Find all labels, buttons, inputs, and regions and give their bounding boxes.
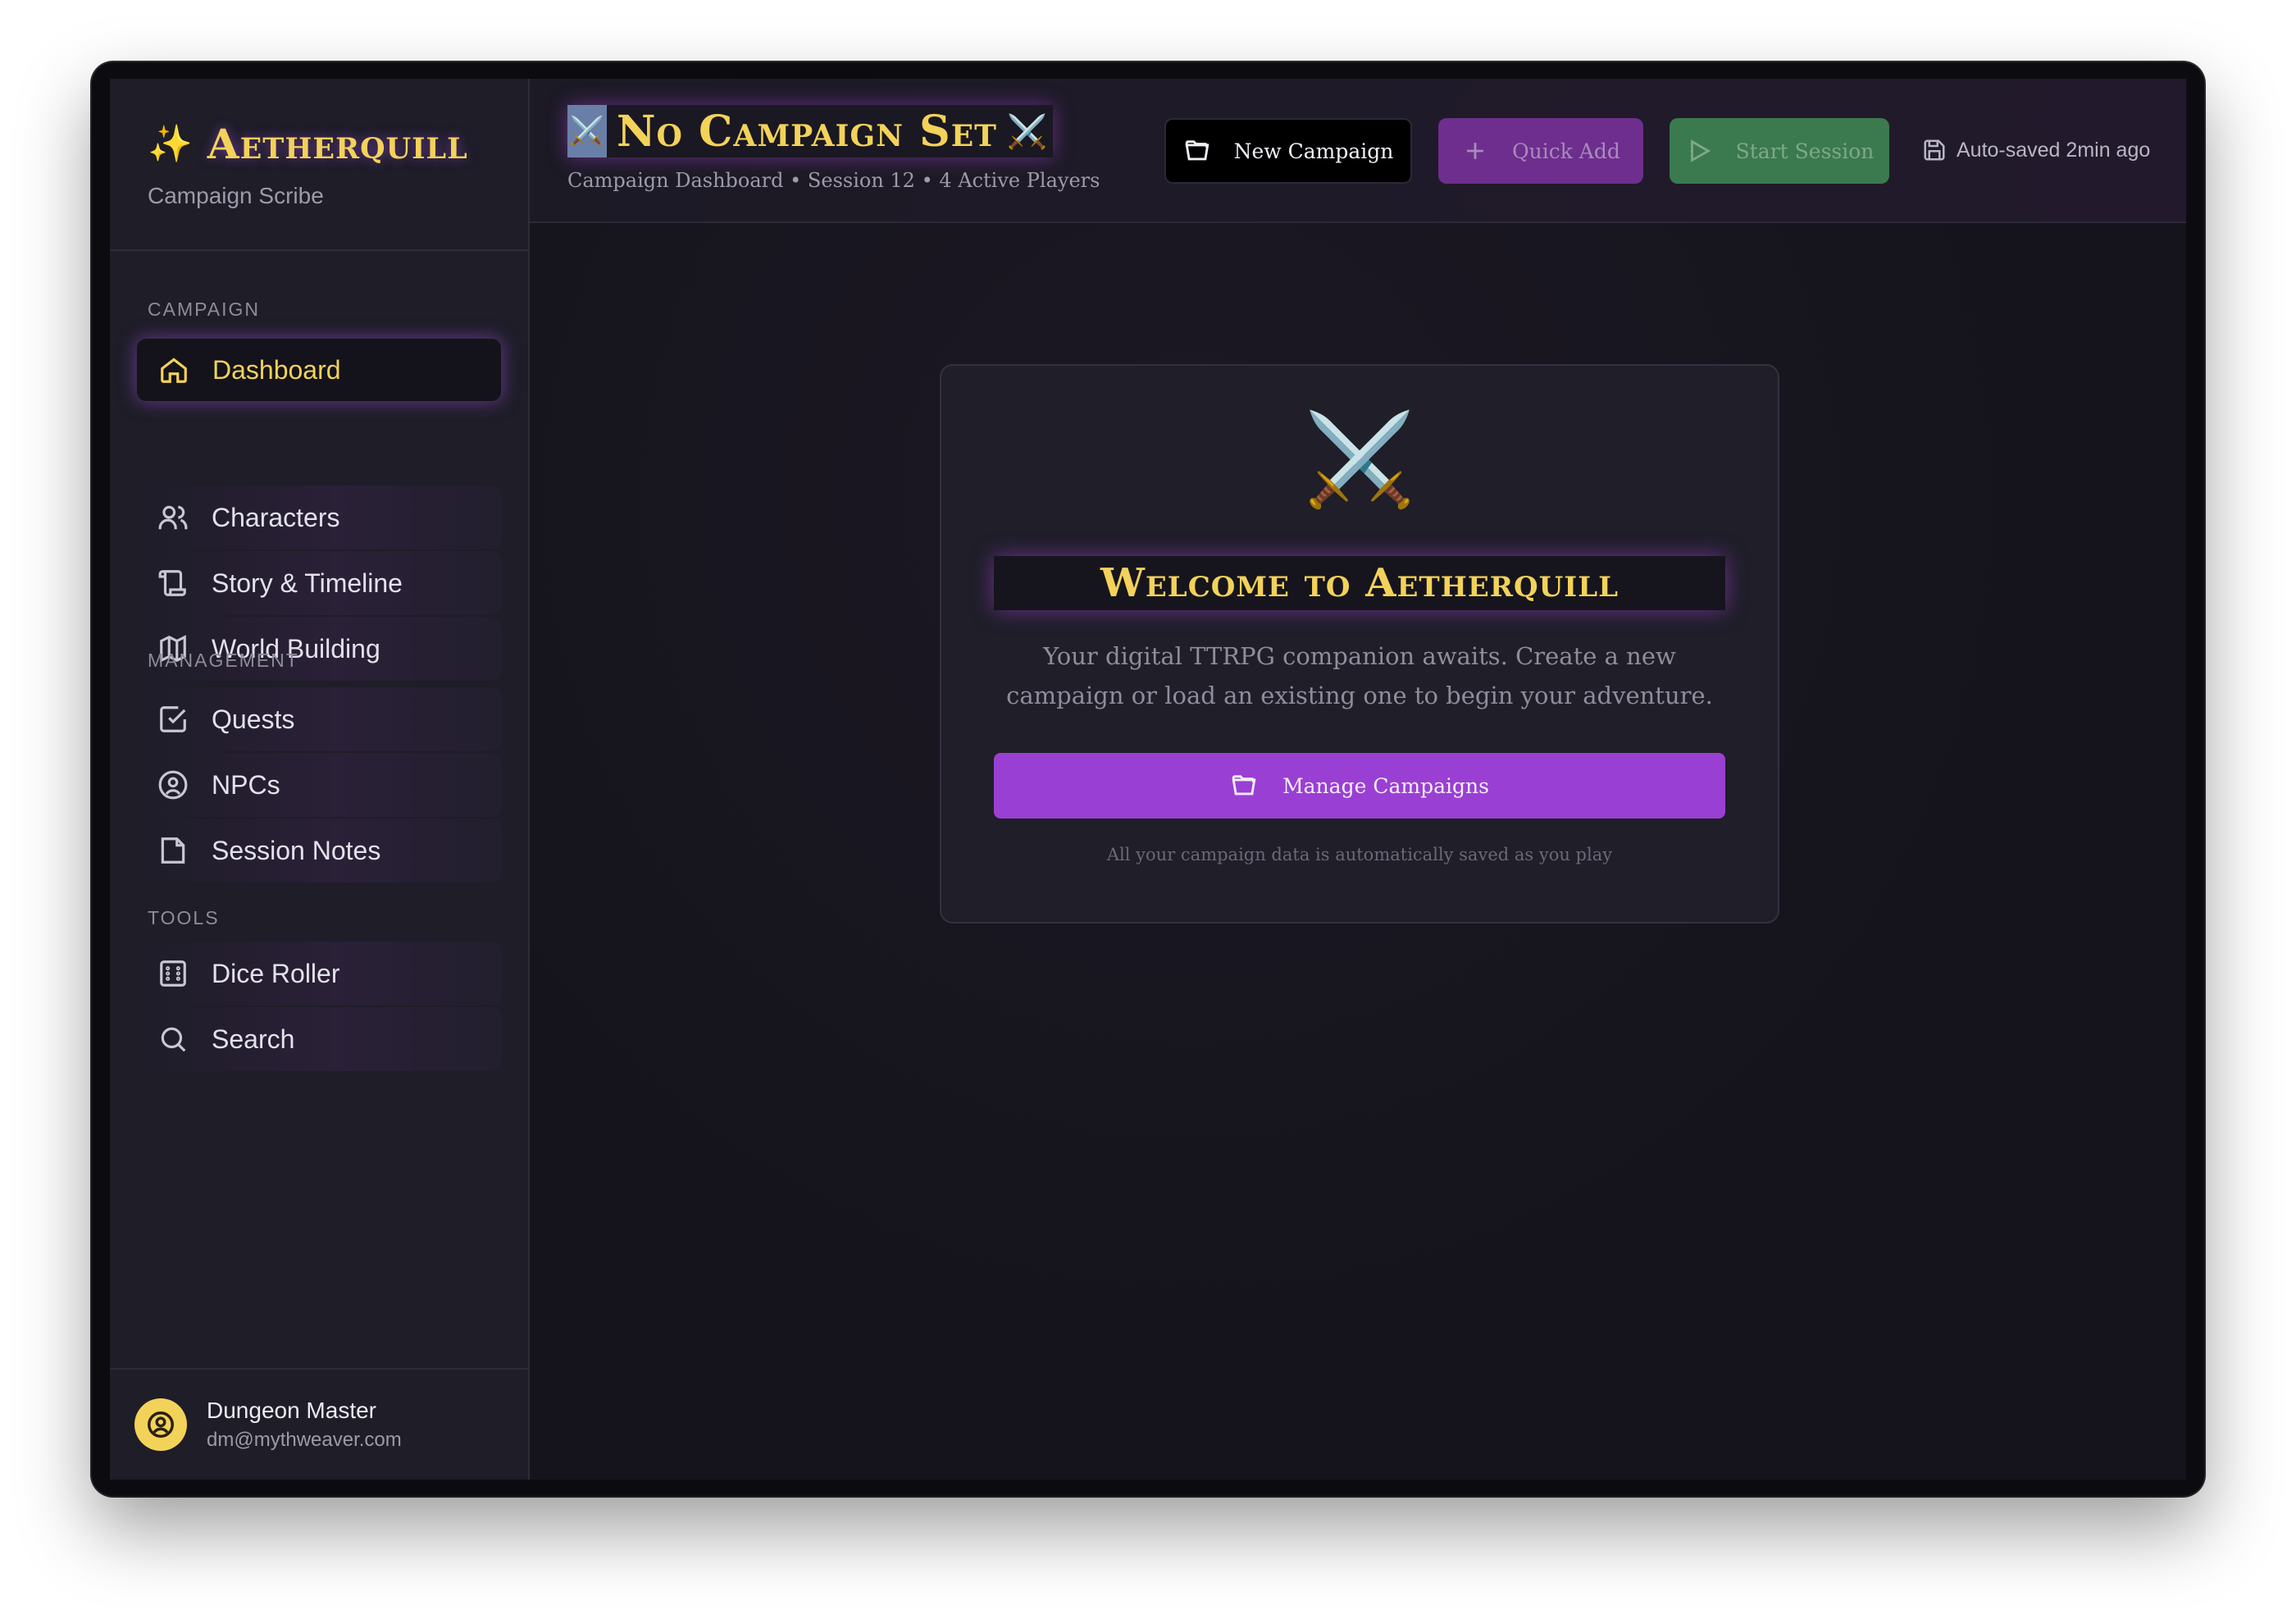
app-root: ✨ Aetherquill Campaign Scribe CAMPAIGN D… — [110, 79, 2186, 1480]
new-campaign-button[interactable]: New Campaign — [1164, 118, 1412, 184]
user-circle-icon — [148, 1411, 174, 1438]
sidebar-item-search[interactable]: Search — [136, 1007, 502, 1071]
sidebar-item-quests[interactable]: Quests — [136, 687, 502, 751]
sidebar-item-dice-roller[interactable]: Dice Roller — [136, 942, 502, 1006]
brand-name: Aetherquill — [207, 120, 468, 168]
sidebar-item-label: NPCs — [212, 769, 280, 800]
note-icon — [161, 837, 185, 864]
sidebar-item-session-notes[interactable]: Session Notes — [136, 819, 502, 882]
sidebar-item-label: Session Notes — [212, 835, 381, 865]
brand-subtitle: Campaign Scribe — [148, 183, 324, 208]
sidebar-item-label: Characters — [212, 502, 340, 532]
scroll-icon — [158, 570, 186, 596]
sidebar-item-label: Quests — [212, 704, 295, 734]
welcome-title-banner: Welcome to Aetherquill — [994, 556, 1725, 610]
brand-header: ✨ Aetherquill Campaign Scribe — [110, 79, 528, 251]
autosave-note: All your campaign data is automatically … — [1106, 845, 1613, 864]
manage-campaigns-label: Manage Campaigns — [1282, 773, 1489, 798]
sidebar: ✨ Aetherquill Campaign Scribe CAMPAIGN D… — [110, 79, 530, 1480]
sidebar-item-characters[interactable]: Characters — [136, 486, 502, 550]
new-campaign-label: New Campaign — [1233, 139, 1394, 163]
folder-open-icon — [1185, 140, 1210, 161]
dice-icon — [160, 960, 186, 987]
crossed-swords-icon: ⚔️ — [1303, 409, 1416, 510]
crossed-swords-icon: ⚔️ — [1006, 113, 1048, 150]
page-subtitle: Campaign Dashboard • Session 12 • 4 Acti… — [567, 169, 1100, 192]
start-session-button[interactable]: Start Session — [1670, 118, 1889, 184]
sidebar-item-npcs[interactable]: NPCs — [136, 753, 502, 817]
page-title-banner: ⚔️ No Campaign Set ⚔️ — [567, 105, 1053, 157]
user-email: dm@mythweaver.com — [207, 1429, 402, 1451]
quick-add-button[interactable]: Quick Add — [1438, 118, 1643, 184]
sidebar-item-label: Story & Timeline — [212, 568, 403, 598]
top-bar: ⚔️ No Campaign Set ⚔️ Campaign Dashboard… — [530, 79, 2186, 223]
welcome-title: Welcome to Aetherquill — [1100, 560, 1620, 606]
sidebar-item-dashboard[interactable]: Dashboard — [136, 338, 502, 402]
welcome-card: ⚔️ Welcome to Aetherquill Your digital T… — [940, 364, 1779, 924]
sidebar-item-label: Dice Roller — [212, 958, 340, 988]
sidebar-item-label: Search — [212, 1024, 295, 1054]
quick-add-label: Quick Add — [1512, 139, 1620, 163]
manage-campaigns-button[interactable]: Manage Campaigns — [994, 753, 1725, 819]
sparkles-icon: ✨ — [148, 123, 193, 164]
app-window: ✨ Aetherquill Campaign Scribe CAMPAIGN D… — [92, 62, 2204, 1496]
home-icon — [161, 358, 187, 383]
users-icon — [158, 505, 188, 530]
welcome-description: Your digital TTRPG companion awaits. Cre… — [1006, 642, 1713, 709]
sidebar-item-story-timeline[interactable]: Story & Timeline — [136, 551, 502, 615]
user-circle-icon — [158, 770, 188, 800]
check-square-icon — [160, 706, 186, 732]
user-profile[interactable]: Dungeon Master dm@mythweaver.com — [110, 1368, 528, 1480]
user-name: Dungeon Master — [207, 1398, 377, 1423]
avatar — [134, 1398, 187, 1451]
start-session-label: Start Session — [1735, 139, 1875, 163]
section-label-campaign: CAMPAIGN — [148, 299, 260, 320]
section-label-management: MANAGEMENT — [148, 650, 299, 671]
section-label-tools: TOOLS — [148, 907, 220, 928]
save-icon — [1924, 139, 1945, 161]
search-icon — [161, 1027, 186, 1052]
main-content: ⚔️ No Campaign Set ⚔️ Campaign Dashboard… — [530, 79, 2186, 1480]
sidebar-item-label: Dashboard — [212, 354, 341, 385]
folder-open-icon — [1232, 775, 1256, 796]
page-title: No Campaign Set — [617, 106, 997, 157]
autosave-text: Auto-saved 2min ago — [1957, 138, 2151, 162]
crossed-swords-icon: ⚔️ — [567, 105, 607, 157]
plus-icon — [1467, 143, 1484, 159]
autosave-status: Auto-saved 2min ago — [1922, 138, 2150, 162]
play-icon — [1690, 139, 1711, 162]
